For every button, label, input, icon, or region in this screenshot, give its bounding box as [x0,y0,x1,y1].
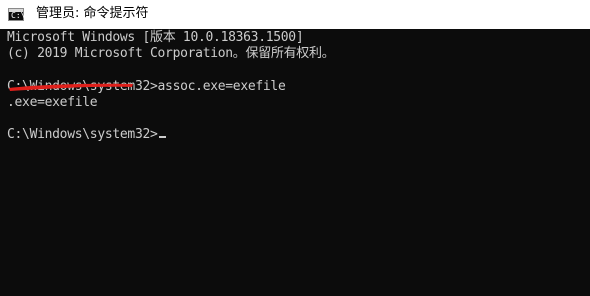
red-underline-annotation [9,83,133,91]
console-line-result: .exe=exefile [7,95,98,110]
console-prompt-line[interactable]: C:\Windows\system32> [7,127,166,143]
console-icon[interactable]: C:\ [8,8,26,21]
text-cursor [158,136,166,138]
console-icon-glyph: C:\ [11,11,26,20]
command-prompt-window: C:\ 管理员: 命令提示符 Microsoft Windows [版本 10.… [0,0,590,296]
console-output[interactable]: Microsoft Windows [版本 10.0.18363.1500] (… [0,29,590,296]
window-title: 管理员: 命令提示符 [36,6,149,21]
title-bar[interactable]: C:\ 管理员: 命令提示符 [0,0,590,29]
console-prompt: C:\Windows\system32> [7,127,158,142]
console-line-version: Microsoft Windows [版本 10.0.18363.1500] [7,30,304,45]
console-line-copyright: (c) 2019 Microsoft Corporation。保留所有权利。 [7,46,335,61]
